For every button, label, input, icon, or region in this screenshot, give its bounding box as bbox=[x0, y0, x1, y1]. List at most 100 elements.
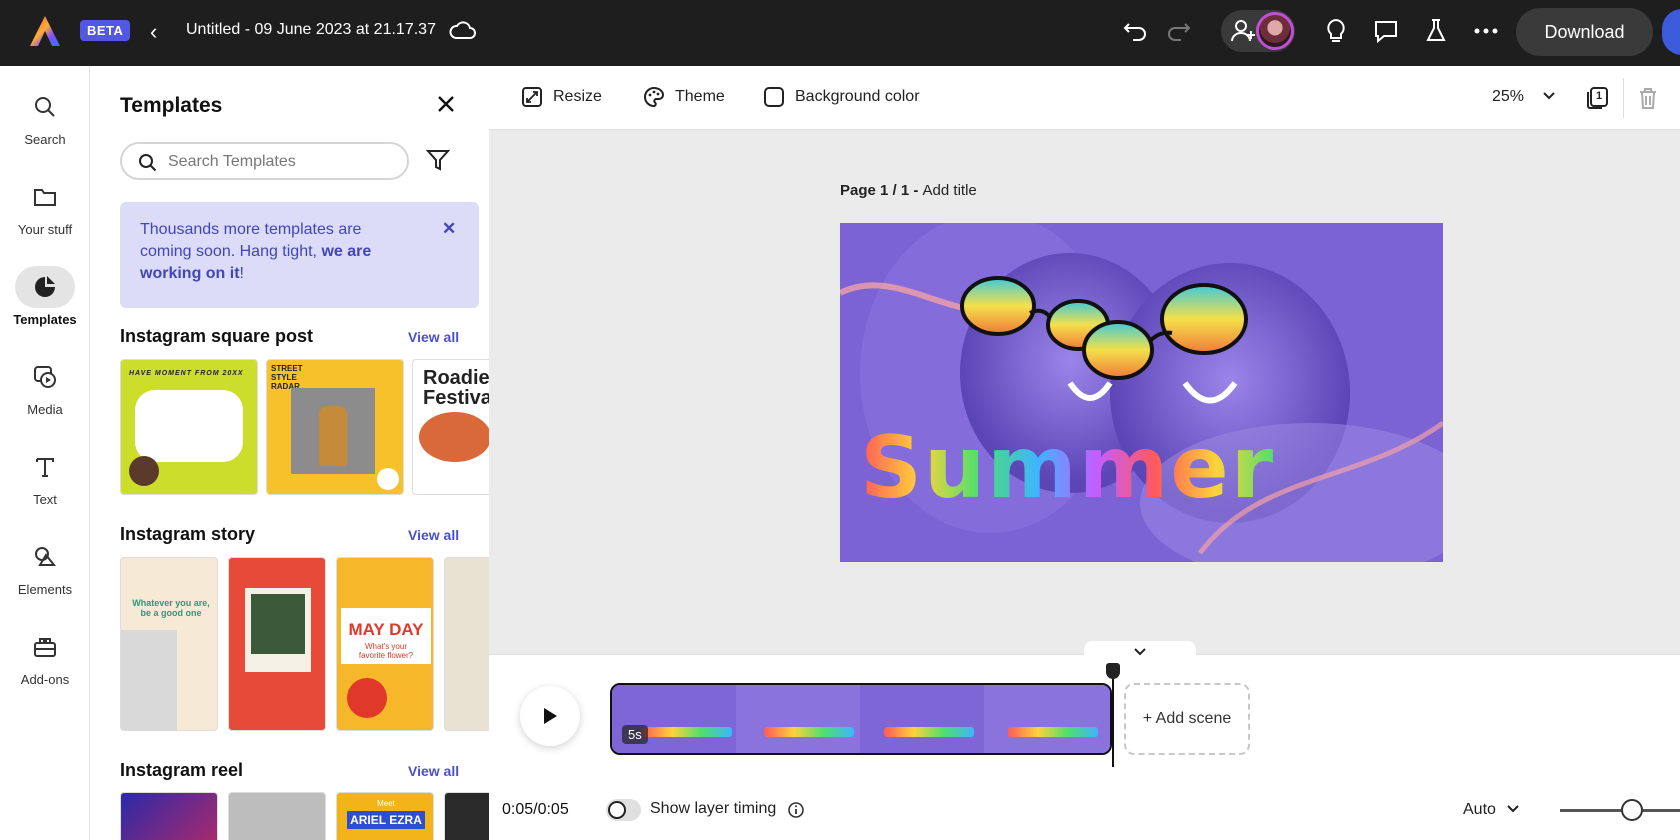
rail-item-elements[interactable]: Elements bbox=[0, 536, 90, 597]
rail-item-label: Search bbox=[24, 132, 66, 147]
photo-placeholder bbox=[291, 388, 375, 474]
playhead-handle[interactable] bbox=[1106, 663, 1120, 679]
play-icon bbox=[544, 708, 557, 724]
search-input[interactable] bbox=[168, 150, 398, 174]
rail-item-label: Your stuff bbox=[17, 222, 73, 237]
scene-clip[interactable]: 5s bbox=[610, 683, 1112, 755]
template-thumbnail[interactable]: Meet ARIEL EZRA bbox=[336, 792, 434, 840]
artboard[interactable]: Summer bbox=[840, 223, 1443, 562]
thumbnail-text: Roadie Festiva bbox=[423, 367, 489, 409]
thumbnail-subtext: Meet bbox=[377, 799, 395, 808]
layer-timing-toggle[interactable] bbox=[606, 799, 641, 821]
elements-icon bbox=[15, 536, 75, 578]
photo-placeholder bbox=[245, 588, 311, 672]
flask-icon[interactable] bbox=[1421, 16, 1451, 46]
more-options-icon[interactable] bbox=[1471, 16, 1501, 46]
templates-panel: Templates Thousands more templates are c… bbox=[90, 66, 489, 840]
undo-icon[interactable] bbox=[1121, 16, 1151, 46]
back-chevron-icon[interactable]: ‹ bbox=[150, 19, 157, 45]
add-scene-button[interactable]: + Add scene bbox=[1124, 683, 1250, 755]
chevron-down-icon[interactable] bbox=[1505, 801, 1521, 817]
rail-item-media[interactable]: Media bbox=[0, 356, 90, 417]
rail-item-addons[interactable]: Add-ons bbox=[0, 626, 90, 687]
background-color-label: Background color bbox=[795, 88, 920, 105]
page-number: Page 1 / 1 - bbox=[840, 182, 923, 199]
thumbnail-text: ARIEL EZRA bbox=[347, 811, 425, 829]
template-thumbnail[interactable]: Whatever you are, be a good one bbox=[120, 557, 218, 731]
canvas-toolbar: Resize Theme Background color 25% 1 bbox=[489, 66, 1680, 130]
layer-timing-label: Show layer timing bbox=[650, 800, 777, 817]
template-thumbnail[interactable] bbox=[228, 792, 326, 840]
view-all-link[interactable]: View all bbox=[408, 329, 459, 345]
thumbnail-subtext: What's your favorite flower? bbox=[358, 642, 414, 660]
template-thumbnail[interactable] bbox=[444, 792, 489, 840]
download-button[interactable]: Download bbox=[1516, 8, 1653, 56]
rail-item-label: Add-ons bbox=[20, 672, 70, 687]
template-thumbnail[interactable]: Roadie Festiva bbox=[412, 359, 489, 495]
speech-bubble bbox=[135, 390, 243, 462]
rail-item-text[interactable]: Text bbox=[0, 446, 90, 507]
palette-icon bbox=[644, 86, 665, 108]
photo-placeholder bbox=[121, 630, 177, 730]
view-all-link[interactable]: View all bbox=[408, 527, 459, 543]
add-user-icon bbox=[1231, 20, 1255, 42]
add-title-link[interactable]: Add title bbox=[923, 182, 977, 199]
user-avatar[interactable] bbox=[1256, 12, 1294, 50]
flower-graphic bbox=[347, 678, 387, 718]
thumbnail-text: HAVE MOMENT FROM 20XX bbox=[129, 370, 244, 377]
play-button[interactable] bbox=[520, 686, 580, 746]
background-color-button[interactable]: Background color bbox=[763, 86, 920, 108]
resize-button[interactable]: Resize bbox=[521, 86, 602, 108]
photo-placeholder bbox=[419, 412, 489, 462]
thumbnail-text: MAY DAY bbox=[348, 620, 424, 639]
section-title-instagram-reel: Instagram reel bbox=[120, 760, 244, 780]
view-all-link[interactable]: View all bbox=[408, 763, 459, 779]
rail-item-label: Templates bbox=[13, 312, 77, 327]
page-count: 1 bbox=[1596, 90, 1603, 102]
adobe-express-logo-icon[interactable] bbox=[28, 14, 62, 48]
section-title-instagram-story: Instagram story bbox=[120, 524, 256, 544]
cloud-icon[interactable] bbox=[448, 18, 478, 44]
template-thumbnail[interactable] bbox=[444, 557, 489, 731]
chevron-down-icon[interactable] bbox=[1541, 88, 1557, 104]
zoom-level[interactable]: 25% bbox=[1492, 88, 1524, 106]
summer-headline[interactable]: Summer bbox=[860, 418, 1275, 518]
timeline-zoom-slider-track[interactable] bbox=[1560, 809, 1680, 812]
collapse-timeline-button[interactable] bbox=[1084, 641, 1196, 663]
timeline-zoom-mode[interactable]: Auto bbox=[1463, 801, 1496, 819]
page-label: Page 1 / 1 - Add title bbox=[840, 182, 977, 199]
pages-button[interactable]: 1 bbox=[1584, 86, 1610, 110]
trash-icon[interactable] bbox=[1637, 86, 1659, 110]
template-thumbnail[interactable]: HAVE MOMENT FROM 20XX bbox=[120, 359, 258, 495]
template-thumbnail[interactable] bbox=[120, 792, 218, 840]
info-icon[interactable] bbox=[787, 801, 805, 819]
divider bbox=[1623, 78, 1624, 118]
search-icon bbox=[15, 86, 75, 128]
redo-icon[interactable] bbox=[1163, 16, 1193, 46]
playhead[interactable] bbox=[1112, 665, 1114, 767]
search-templates-field[interactable] bbox=[120, 142, 409, 180]
section-title-instagram-square: Instagram square post bbox=[120, 326, 314, 346]
rail-item-your-stuff[interactable]: Your stuff bbox=[0, 176, 90, 237]
rail-item-label: Elements bbox=[17, 582, 73, 597]
template-thumbnail[interactable] bbox=[228, 557, 326, 731]
theme-button[interactable]: Theme bbox=[643, 86, 725, 108]
templates-icon bbox=[15, 266, 75, 308]
close-icon[interactable] bbox=[436, 94, 456, 114]
lightbulb-icon[interactable] bbox=[1321, 16, 1351, 46]
time-readout: 0:05/0:05 bbox=[502, 801, 569, 818]
close-notice-icon[interactable]: ✕ bbox=[442, 219, 456, 239]
clip-duration-badge: 5s bbox=[622, 725, 648, 744]
rail-item-search[interactable]: Search bbox=[0, 86, 90, 147]
rail-item-templates[interactable]: Templates bbox=[0, 266, 90, 327]
share-button[interactable] bbox=[1662, 9, 1680, 55]
beta-badge: BETA bbox=[80, 20, 131, 41]
thumbnail-text: Whatever you are, be a good one bbox=[132, 598, 210, 618]
document-title[interactable]: Untitled - 09 June 2023 at 21.17.37 bbox=[186, 21, 436, 39]
template-thumbnail[interactable]: MAY DAY What's your favorite flower? bbox=[336, 557, 434, 731]
filter-icon[interactable] bbox=[426, 148, 450, 172]
timeline-zoom-slider-handle[interactable] bbox=[1621, 799, 1643, 821]
comment-icon[interactable] bbox=[1371, 16, 1401, 46]
color-swatch-icon bbox=[764, 87, 784, 107]
template-thumbnail[interactable]: STREET STYLE RADAR bbox=[266, 359, 404, 495]
